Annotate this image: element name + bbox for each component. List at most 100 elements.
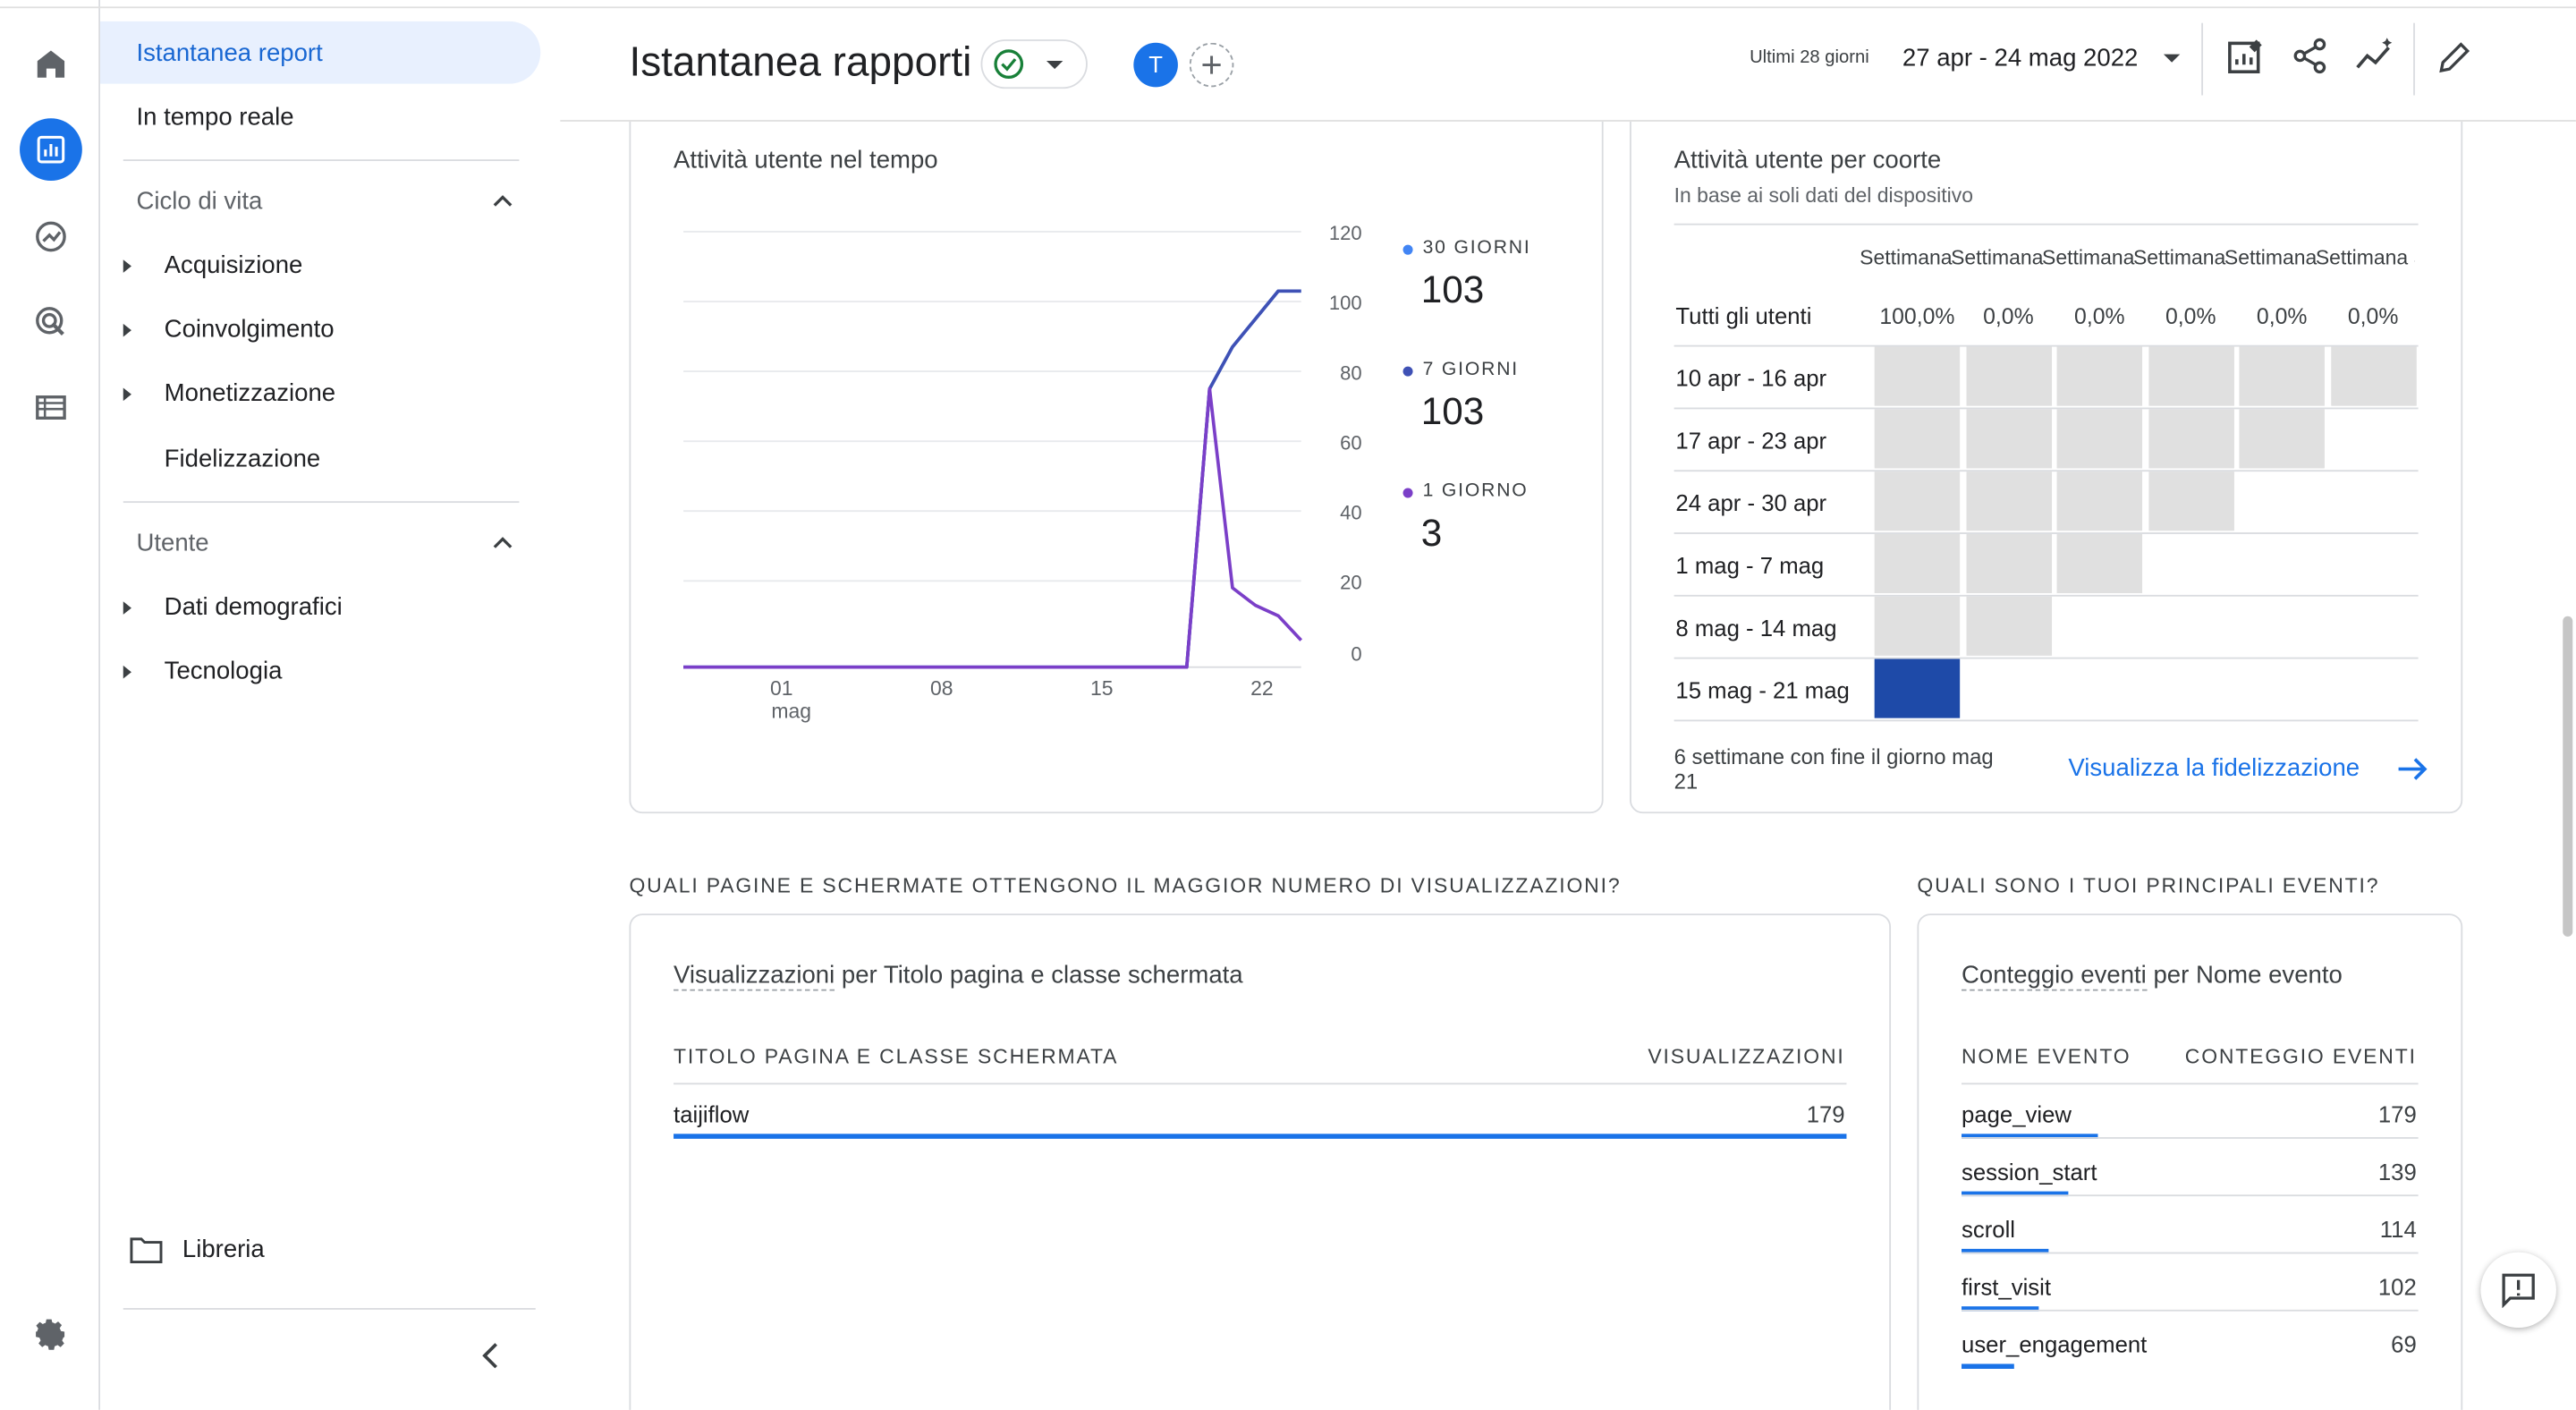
cohort-cell[interactable] (2148, 346, 2233, 406)
table-row-label[interactable]: taijiflow (674, 1101, 749, 1127)
cohort-footer: 6 settimane con fine il giorno mag 21 (1674, 744, 1994, 794)
divider (1962, 1083, 2419, 1085)
cohort-cell[interactable] (1874, 596, 1961, 656)
metric-name[interactable]: Visualizzazioni (674, 961, 835, 991)
app-root: Istantanea report In tempo reale Ciclo d… (0, 0, 2576, 1410)
col-header[interactable]: NOME EVENTO (1962, 1045, 2131, 1068)
dimension-name: per Titolo pagina e classe schermata (841, 961, 1243, 990)
cohort-cell[interactable] (1965, 346, 2052, 406)
configure-icon[interactable] (20, 377, 82, 439)
table-row-value: 139 (2377, 1158, 2417, 1185)
cohort-row-label: 8 mag - 14 mag (1675, 614, 1837, 641)
plus-icon (1202, 55, 1221, 74)
col-header[interactable]: CONTEGGIO EVENTI (2185, 1045, 2417, 1068)
nav-item-acquisition[interactable]: Acquisizione (165, 251, 303, 279)
row-bar (1962, 1363, 2015, 1369)
x-tick-label: 22 (1250, 676, 1274, 700)
table-row-value: 102 (2377, 1273, 2417, 1300)
expand-arrow-icon[interactable] (123, 601, 131, 615)
nav-item-demographics[interactable]: Dati demografici (165, 593, 343, 621)
y-tick-label: 100 (1329, 292, 1362, 314)
col-header[interactable]: TITOLO PAGINA E CLASSE SCHERMATA (674, 1045, 1118, 1068)
advertising-icon[interactable] (20, 291, 82, 353)
all-users-label: Tutti gli utenti (1675, 302, 1812, 329)
nav-section-lifecycle[interactable]: Ciclo di vita (136, 187, 262, 215)
home-icon[interactable] (20, 33, 82, 96)
edit-pencil-icon[interactable] (2435, 38, 2474, 77)
nav-section-user[interactable]: Utente (136, 529, 208, 556)
cohort-cell[interactable] (2056, 409, 2143, 469)
divider (1674, 223, 2419, 225)
cohort-cell[interactable] (1965, 471, 2052, 531)
cohort-cell[interactable] (1874, 658, 1961, 718)
cohort-cell[interactable] (1965, 596, 2052, 656)
avatar[interactable]: T (1133, 42, 1178, 88)
all-users-value: 0,0% (2074, 303, 2125, 329)
page-title: Istantanea rapporti (629, 39, 972, 86)
nav-item-tech[interactable]: Tecnologia (165, 658, 283, 685)
share-icon[interactable] (2290, 36, 2329, 75)
scrollbar-thumb[interactable] (2563, 616, 2573, 937)
arrow-right-icon[interactable] (2397, 758, 2430, 781)
cohort-cell[interactable] (2239, 409, 2325, 469)
cohort-cell[interactable] (2148, 409, 2233, 469)
status-dropdown[interactable] (980, 39, 1088, 89)
cohort-cell[interactable] (2056, 471, 2143, 531)
y-tick-label: 60 (1340, 431, 1362, 454)
cohort-cell[interactable] (1874, 409, 1961, 469)
caret-down-icon (2163, 54, 2181, 63)
table-row-label[interactable]: user_engagement (1962, 1331, 2147, 1357)
all-users-value: 0,0% (1983, 303, 2034, 329)
cohort-activity-card: Attività utente per coorte In base ai so… (1630, 65, 2463, 814)
add-comparison-button[interactable] (1189, 42, 1234, 88)
cohort-cell[interactable] (2056, 346, 2143, 406)
expand-arrow-icon[interactable] (123, 323, 131, 337)
week-column-header: Settimana 4 (2224, 246, 2323, 270)
expand-arrow-icon[interactable] (123, 665, 131, 679)
cohort-cell[interactable] (1874, 471, 1961, 531)
table-row-value: 179 (1806, 1100, 1845, 1127)
cohort-cell[interactable] (2239, 346, 2325, 406)
divider (2201, 22, 2204, 96)
table-row-label[interactable]: session_start (1962, 1159, 2097, 1185)
date-range-picker[interactable]: Ultimi 28 giorni 27 apr - 24 mag 2022 (1742, 32, 2187, 82)
cohort-cell[interactable] (2056, 533, 2143, 594)
x-tick-label: 15 (1090, 676, 1114, 700)
cohort-cell[interactable] (1965, 533, 2052, 594)
card-title: Conteggio eventi per Nome evento (1962, 961, 2343, 991)
reports-icon[interactable] (20, 118, 82, 182)
cohort-cell[interactable] (1965, 409, 2052, 469)
settings-gear-icon[interactable] (20, 1304, 82, 1366)
dimension-name: per Nome evento (2153, 961, 2343, 990)
view-retention-link[interactable]: Visualizza la fidelizzazione (2068, 754, 2360, 782)
nav-item-engagement[interactable]: Coinvolgimento (165, 316, 335, 344)
insights-icon[interactable] (2354, 36, 2397, 75)
metric-name[interactable]: Conteggio eventi (1962, 961, 2147, 991)
week-column-header: Settimana 0 (1860, 246, 1958, 270)
cohort-cell[interactable] (2330, 346, 2416, 406)
chevron-up-icon[interactable] (491, 192, 514, 208)
collapse-chevron-left-icon[interactable] (479, 1341, 503, 1371)
nav-item-realtime[interactable]: In tempo reale (136, 104, 293, 132)
table-row-label[interactable]: scroll (1962, 1216, 2015, 1242)
col-header[interactable]: VISUALIZZAZIONI (1648, 1045, 1844, 1068)
date-range-label: Ultimi 28 giorni (1750, 47, 1869, 68)
customize-report-icon[interactable] (2224, 36, 2267, 79)
legend-dot (1402, 488, 1413, 498)
expand-arrow-icon[interactable] (123, 259, 131, 273)
nav-item-monetization[interactable]: Monetizzazione (165, 379, 335, 407)
cohort-cell[interactable] (1874, 533, 1961, 594)
nav-item-retention[interactable]: Fidelizzazione (165, 446, 321, 473)
cohort-cell[interactable] (2148, 471, 2233, 531)
all-users-value: 0,0% (2165, 303, 2216, 329)
cohort-row-label: 1 mag - 7 mag (1675, 552, 1825, 579)
table-row-label[interactable]: page_view (1962, 1101, 2072, 1127)
nav-item-library[interactable]: Libreria (182, 1236, 265, 1263)
explore-icon[interactable] (20, 206, 82, 268)
feedback-button[interactable] (2480, 1252, 2556, 1329)
nav-item-snapshot[interactable]: Istantanea report (136, 39, 322, 67)
table-row-label[interactable]: first_visit (1962, 1273, 2051, 1299)
expand-arrow-icon[interactable] (123, 387, 131, 402)
cohort-cell[interactable] (1874, 346, 1961, 406)
chevron-up-icon[interactable] (491, 534, 514, 550)
